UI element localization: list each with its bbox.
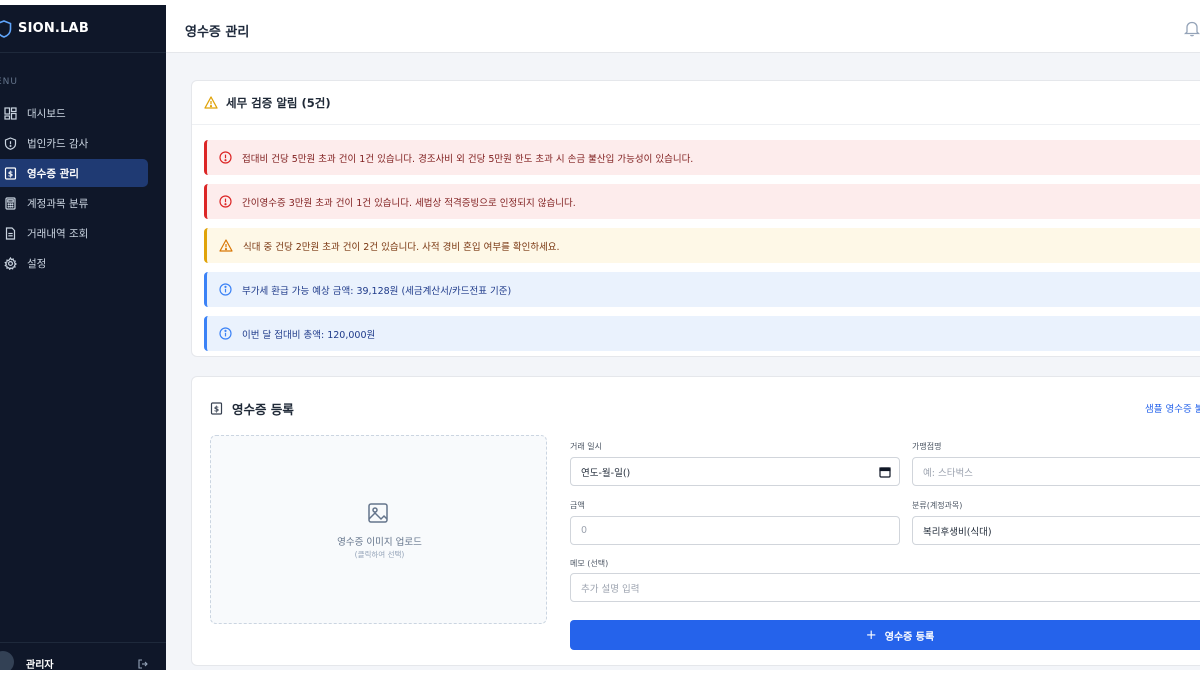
upload-text: 영수증 이미지 업로드 — [337, 537, 422, 548]
alert-text: 접대비 건당 5만원 초과 건이 1건 있습니다. 경조사비 외 건당 5만원 … — [242, 153, 694, 165]
sidebar-item-receipts[interactable]: $ 영수증 관리 — [0, 159, 148, 187]
form-title: $ 영수증 등록 — [210, 399, 294, 418]
top-header: 영수증 관리 — [166, 5, 1200, 53]
document-icon — [5, 226, 16, 240]
alert-danger: 접대비 건당 5만원 초과 건이 1건 있습니다. 경조사비 외 건당 5만원 … — [204, 140, 1200, 175]
amount-label: 금액 — [570, 501, 585, 510]
sidebar-item-label: 설정 — [27, 257, 47, 270]
alert-info: 이번 달 접대비 총액: 120,000원 — [204, 316, 1200, 351]
receipt-icon: $ — [4, 166, 17, 180]
app-frame: SION.LAB ENU 대시보드 법인카드 감사 — [0, 5, 1200, 670]
sample-receipt-link[interactable]: 샘플 영수증 불 — [1145, 401, 1200, 415]
alert-text: 이번 달 접대비 총액: 120,000원 — [242, 329, 376, 341]
submit-receipt-button[interactable]: + 영수증 등록 — [570, 620, 1200, 650]
memo-placeholder: 추가 설명 입력 — [581, 583, 640, 595]
image-icon — [368, 503, 388, 523]
receipt-form-card: $ 영수증 등록 샘플 영수증 불 영수증 이미지 업로드 (클릭하여 선택) … — [191, 376, 1200, 666]
calendar-icon[interactable] — [879, 466, 891, 478]
tax-alerts-card: 세무 검증 알림 (5건) 접대비 건당 5만원 초과 건이 1건 있습니다. … — [191, 80, 1200, 357]
alerts-header: 세무 검증 알림 (5건) — [192, 81, 1200, 125]
alert-circle-icon — [219, 195, 232, 208]
category-select[interactable]: 복리후생비(식대) — [912, 516, 1200, 545]
receipt-upload-dropzone[interactable]: 영수증 이미지 업로드 (클릭하여 선택) — [210, 435, 547, 624]
receipt-icon: $ — [210, 402, 223, 415]
alert-info: 부가세 환급 가능 예상 금액: 39,128원 (세금계산서/카드전표 기준) — [204, 272, 1200, 307]
sidebar-item-card-audit[interactable]: 법인카드 감사 — [0, 129, 148, 157]
gear-icon — [4, 256, 17, 270]
merchant-label: 가맹점명 — [912, 442, 942, 451]
user-name: 관리자 — [26, 660, 54, 670]
brand[interactable]: SION.LAB — [0, 5, 166, 53]
date-input[interactable]: 연도-월-일() — [570, 457, 900, 486]
alert-text: 간이영수증 3만원 초과 건이 1건 있습니다. 세법상 적격증빙으로 인정되지… — [242, 197, 576, 209]
amount-placeholder: 0 — [581, 525, 588, 536]
sidebar-item-label: 대시보드 — [27, 107, 66, 120]
bell-icon[interactable] — [1184, 20, 1200, 37]
alert-warning: 식대 중 건당 2만원 초과 건이 2건 있습니다. 사적 경비 혼입 여부를 … — [204, 228, 1200, 263]
merchant-placeholder: 예: 스타벅스 — [923, 467, 973, 479]
sidebar-item-account-classification[interactable]: 계정과목 분류 — [0, 189, 148, 217]
alert-text: 식대 중 건당 2만원 초과 건이 2건 있습니다. 사적 경비 혼입 여부를 … — [243, 241, 560, 253]
plus-icon: + — [865, 627, 877, 643]
alert-danger: 간이영수증 3만원 초과 건이 1건 있습니다. 세법상 적격증빙으로 인정되지… — [204, 184, 1200, 219]
category-value: 복리후생비(식대) — [923, 526, 992, 538]
alert-circle-icon — [219, 151, 232, 164]
shield-logo-icon — [0, 19, 12, 38]
sidebar-nav: 대시보드 법인카드 감사 $ 영수증 관리 계정과목 분류 거래내역 조회 설정 — [0, 99, 166, 279]
sidebar-item-transactions[interactable]: 거래내역 조회 — [0, 219, 148, 247]
menu-section-label: ENU — [0, 77, 19, 87]
dashboard-icon — [4, 106, 17, 120]
alert-text: 부가세 환급 가능 예상 금액: 39,128원 (세금계산서/카드전표 기준) — [242, 285, 512, 297]
upload-subtext: (클릭하여 선택) — [354, 550, 405, 559]
calculator-icon — [5, 196, 16, 210]
submit-label: 영수증 등록 — [884, 631, 935, 643]
memo-input[interactable]: 추가 설명 입력 — [570, 573, 1200, 602]
sidebar-item-label: 영수증 관리 — [27, 167, 79, 180]
logout-icon[interactable] — [138, 659, 148, 669]
info-circle-icon — [219, 327, 232, 340]
date-value: 연도-월-일() — [581, 467, 631, 479]
brand-name: SION.LAB — [18, 21, 89, 36]
sidebar-item-label: 거래내역 조회 — [27, 227, 89, 240]
shield-icon — [4, 136, 17, 150]
alerts-title: 세무 검증 알림 (5건) — [226, 95, 331, 110]
warning-icon — [219, 239, 233, 252]
category-label: 분류(계정과목) — [912, 501, 963, 510]
svg-text:$: $ — [8, 169, 13, 178]
memo-label: 메모 (선택) — [570, 559, 609, 568]
sidebar-item-settings[interactable]: 설정 — [0, 249, 148, 277]
warning-icon — [204, 96, 218, 109]
merchant-input[interactable]: 예: 스타벅스 — [912, 457, 1200, 486]
amount-input[interactable]: 0 — [570, 516, 900, 545]
form-title-text: 영수증 등록 — [232, 402, 294, 417]
svg-text:$: $ — [214, 404, 219, 413]
sidebar-item-label: 계정과목 분류 — [27, 197, 89, 210]
page-title: 영수증 관리 — [185, 25, 250, 40]
sidebar: SION.LAB ENU 대시보드 법인카드 감사 — [0, 5, 166, 670]
info-circle-icon — [219, 283, 232, 296]
sidebar-item-label: 법인카드 감사 — [27, 137, 89, 150]
user-profile[interactable]: 관리자 — [0, 642, 166, 670]
avatar — [0, 650, 14, 670]
date-label: 거래 일시 — [570, 442, 602, 451]
sidebar-item-dashboard[interactable]: 대시보드 — [0, 99, 148, 127]
